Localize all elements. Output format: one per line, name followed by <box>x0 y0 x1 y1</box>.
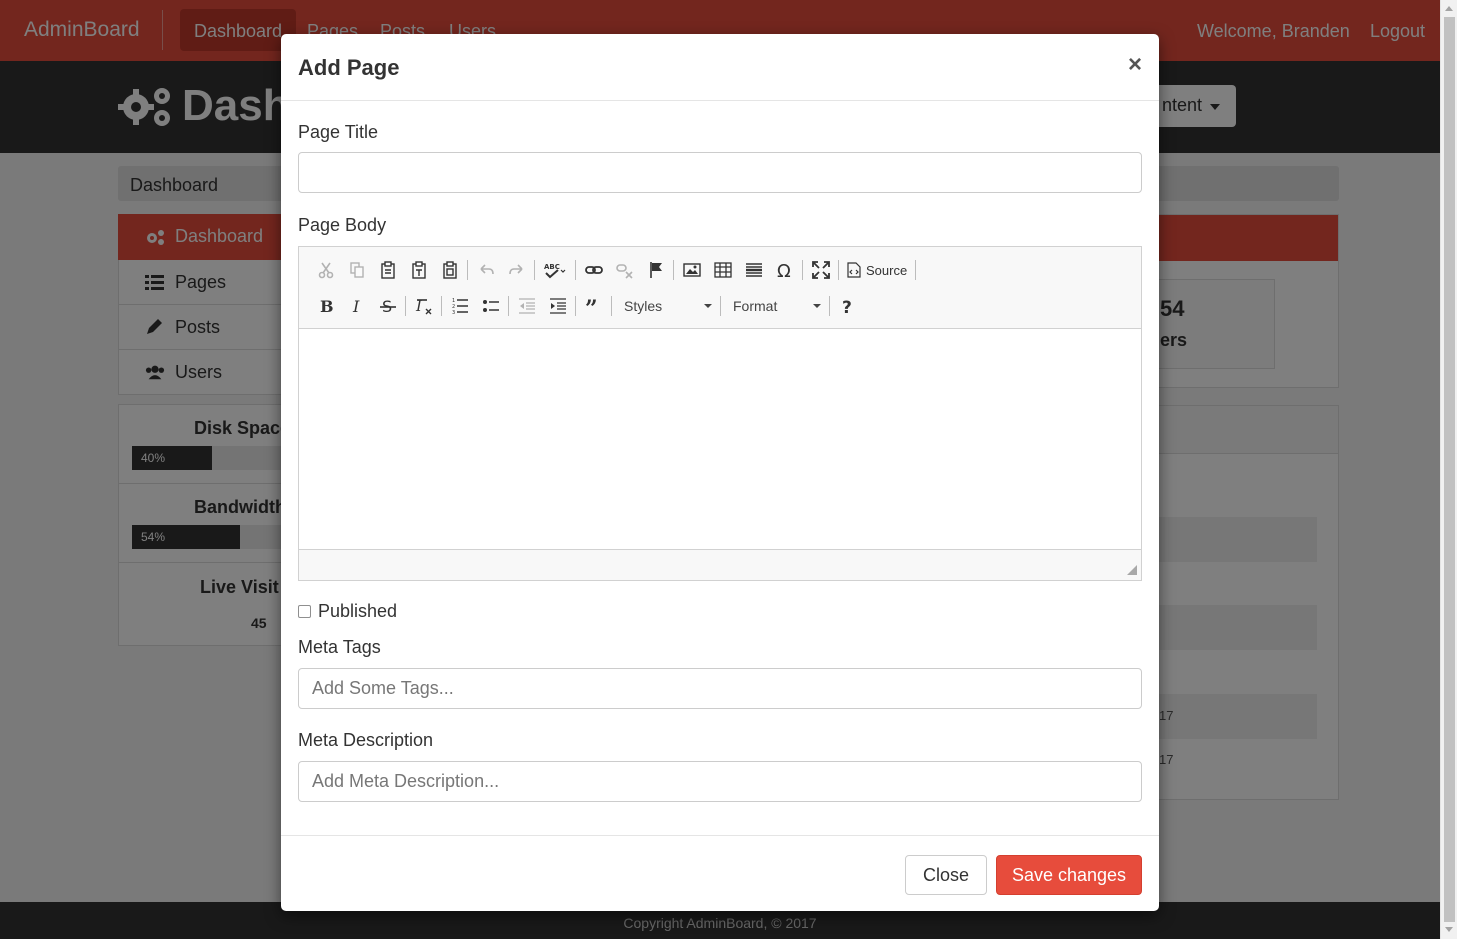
strike-icon[interactable]: S <box>372 292 403 320</box>
styles-dropdown[interactable]: Styles <box>614 292 718 320</box>
paste-text-icon[interactable] <box>403 256 434 284</box>
paste-word-icon[interactable] <box>434 256 465 284</box>
editor-toolbar-row-1: ABC Ω Source <box>310 256 918 284</box>
bulleted-list-icon[interactable] <box>475 292 506 320</box>
special-char-icon[interactable]: Ω <box>769 256 800 284</box>
editor-content-area[interactable] <box>299 328 1141 550</box>
toolbar-separator <box>915 260 917 280</box>
horizontal-rule-icon[interactable] <box>738 256 769 284</box>
redo-icon[interactable] <box>501 256 532 284</box>
modal-title: Add Page <box>298 55 400 80</box>
toolbar-separator <box>802 260 803 280</box>
published-checkbox-row[interactable]: Published <box>298 601 397 622</box>
published-checkbox[interactable] <box>298 605 311 618</box>
svg-text:Ω: Ω <box>777 261 791 279</box>
scroll-down-icon[interactable] <box>1445 927 1453 932</box>
meta-tags-label: Meta Tags <box>298 637 381 657</box>
indent-icon[interactable] <box>542 292 573 320</box>
toolbar-separator <box>673 260 674 280</box>
format-label: Format <box>733 298 778 314</box>
modal-footer: Close Save changes <box>281 835 1159 911</box>
toolbar-separator <box>829 296 830 316</box>
maximize-icon[interactable] <box>805 256 836 284</box>
close-button[interactable]: Close <box>905 855 987 895</box>
link-icon[interactable] <box>578 256 609 284</box>
toolbar-separator <box>405 296 406 316</box>
source-button[interactable]: Source <box>841 256 913 284</box>
published-label: Published <box>318 601 398 621</box>
editor-toolbar-row-2: B I S I 123 ” Styles Format ? <box>310 292 863 320</box>
resize-handle-icon[interactable] <box>1127 565 1137 575</box>
source-icon <box>847 262 861 278</box>
toolbar-separator <box>508 296 509 316</box>
spellcheck-icon[interactable]: ABC <box>537 256 573 284</box>
svg-text:3: 3 <box>452 310 455 315</box>
toolbar-separator <box>534 260 535 280</box>
help-icon[interactable]: ? <box>832 292 863 320</box>
svg-text:S: S <box>382 297 392 315</box>
save-changes-button[interactable]: Save changes <box>996 855 1142 895</box>
toolbar-separator <box>467 260 468 280</box>
toolbar-separator <box>611 296 612 316</box>
source-label: Source <box>866 262 908 278</box>
bold-icon[interactable]: B <box>310 292 341 320</box>
toolbar-separator <box>838 260 839 280</box>
unlink-icon[interactable] <box>609 256 640 284</box>
modal-header: Add Page × <box>281 34 1159 101</box>
cut-icon[interactable] <box>310 256 341 284</box>
toolbar-separator <box>720 296 721 316</box>
svg-text:B: B <box>320 297 334 315</box>
toolbar-separator <box>575 296 576 316</box>
anchor-icon[interactable] <box>640 256 671 284</box>
page-title-input[interactable] <box>298 152 1142 193</box>
scroll-thumb[interactable] <box>1444 17 1455 922</box>
toolbar-separator <box>441 296 442 316</box>
copy-icon[interactable] <box>341 256 372 284</box>
format-dropdown[interactable]: Format <box>723 292 827 320</box>
page-title-label: Page Title <box>298 122 379 142</box>
image-icon[interactable] <box>676 256 707 284</box>
table-icon[interactable] <box>707 256 738 284</box>
svg-text:”: ” <box>585 297 598 315</box>
outdent-icon[interactable] <box>511 292 542 320</box>
page-body-label: Page Body <box>298 215 387 235</box>
toolbar-separator <box>575 260 576 280</box>
meta-description-label: Meta Description <box>298 730 434 750</box>
scroll-up-icon[interactable] <box>1445 6 1453 11</box>
numbered-list-icon[interactable]: 123 <box>444 292 475 320</box>
svg-text:?: ? <box>842 298 852 315</box>
vertical-scrollbar[interactable] <box>1440 0 1457 939</box>
meta-description-input[interactable] <box>298 761 1142 802</box>
styles-label: Styles <box>624 298 663 314</box>
italic-icon[interactable]: I <box>341 292 372 320</box>
undo-icon[interactable] <box>470 256 501 284</box>
close-icon[interactable]: × <box>1128 53 1142 77</box>
paste-icon[interactable] <box>372 256 403 284</box>
rich-text-editor: ABC Ω Source B I S I 1 2 3 ” Styles Form… <box>298 246 1142 581</box>
add-page-modal: Add Page × Page Title Page Body ABC Ω So… <box>281 34 1159 911</box>
meta-tags-input[interactable] <box>298 668 1142 709</box>
svg-text:I: I <box>352 297 360 315</box>
caret-down-icon <box>813 304 821 308</box>
caret-down-icon <box>704 304 712 308</box>
blockquote-icon[interactable]: ” <box>578 292 609 320</box>
remove-format-icon[interactable]: I <box>408 292 439 320</box>
